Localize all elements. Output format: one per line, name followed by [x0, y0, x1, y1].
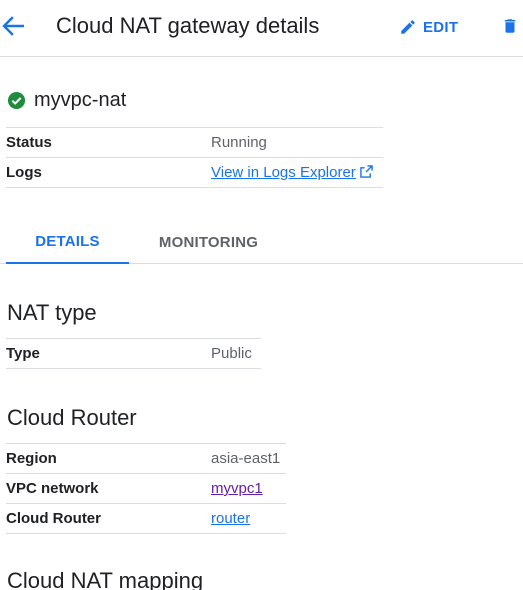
resource-name: myvpc-nat [34, 89, 127, 111]
logs-row: Logs View in Logs Explorer [6, 157, 383, 188]
open-in-new-icon [360, 165, 373, 178]
pencil-icon [401, 20, 415, 34]
check-circle-icon [7, 91, 26, 110]
type-label: Type [6, 338, 211, 369]
router-link[interactable]: router [211, 510, 250, 527]
nat-type-title: NAT type [7, 300, 97, 325]
type-row: Type Public [6, 338, 261, 369]
cloud-router-row: Cloud Router router [6, 503, 286, 534]
summary-table: Status Running Logs View in Logs Explore… [6, 127, 383, 188]
tab-monitoring[interactable]: MONITORING [142, 221, 275, 264]
resource-heading: myvpc-nat [7, 89, 126, 112]
region-value: asia-east1 [211, 443, 286, 474]
page-title: Cloud NAT gateway details [56, 13, 320, 38]
nat-mapping-title: Cloud NAT mapping [7, 568, 204, 590]
arrow-back-icon [2, 16, 24, 36]
status-value: Running [211, 127, 383, 158]
region-row: Region asia-east1 [6, 443, 286, 474]
vpc-network-row: VPC network myvpc1 [6, 473, 286, 504]
delete-button[interactable] [499, 14, 521, 38]
type-value: Public [211, 338, 261, 369]
cloud-router-title: Cloud Router [7, 405, 137, 430]
vpc-network-link[interactable]: myvpc1 [211, 480, 263, 497]
page-header: Cloud NAT gateway details EDIT [0, 0, 523, 57]
back-button[interactable] [0, 12, 26, 40]
edit-label: EDIT [423, 18, 459, 36]
region-label: Region [6, 443, 211, 474]
tab-details[interactable]: DETAILS [6, 221, 129, 264]
status-label: Status [6, 127, 211, 158]
tab-bar: DETAILS MONITORING [0, 221, 523, 264]
trash-icon [504, 19, 516, 33]
status-row: Status Running [6, 127, 383, 158]
cloud-router-label: Cloud Router [6, 503, 211, 534]
cloud-router-table: Region asia-east1 VPC network myvpc1 Clo… [6, 443, 286, 534]
logs-label: Logs [6, 157, 211, 188]
vpc-network-label: VPC network [6, 473, 211, 504]
edit-button[interactable]: EDIT [399, 14, 458, 40]
nat-type-table: Type Public [6, 338, 261, 369]
logs-link-text: View in Logs Explorer [211, 164, 356, 181]
logs-explorer-link[interactable]: View in Logs Explorer [211, 164, 373, 181]
